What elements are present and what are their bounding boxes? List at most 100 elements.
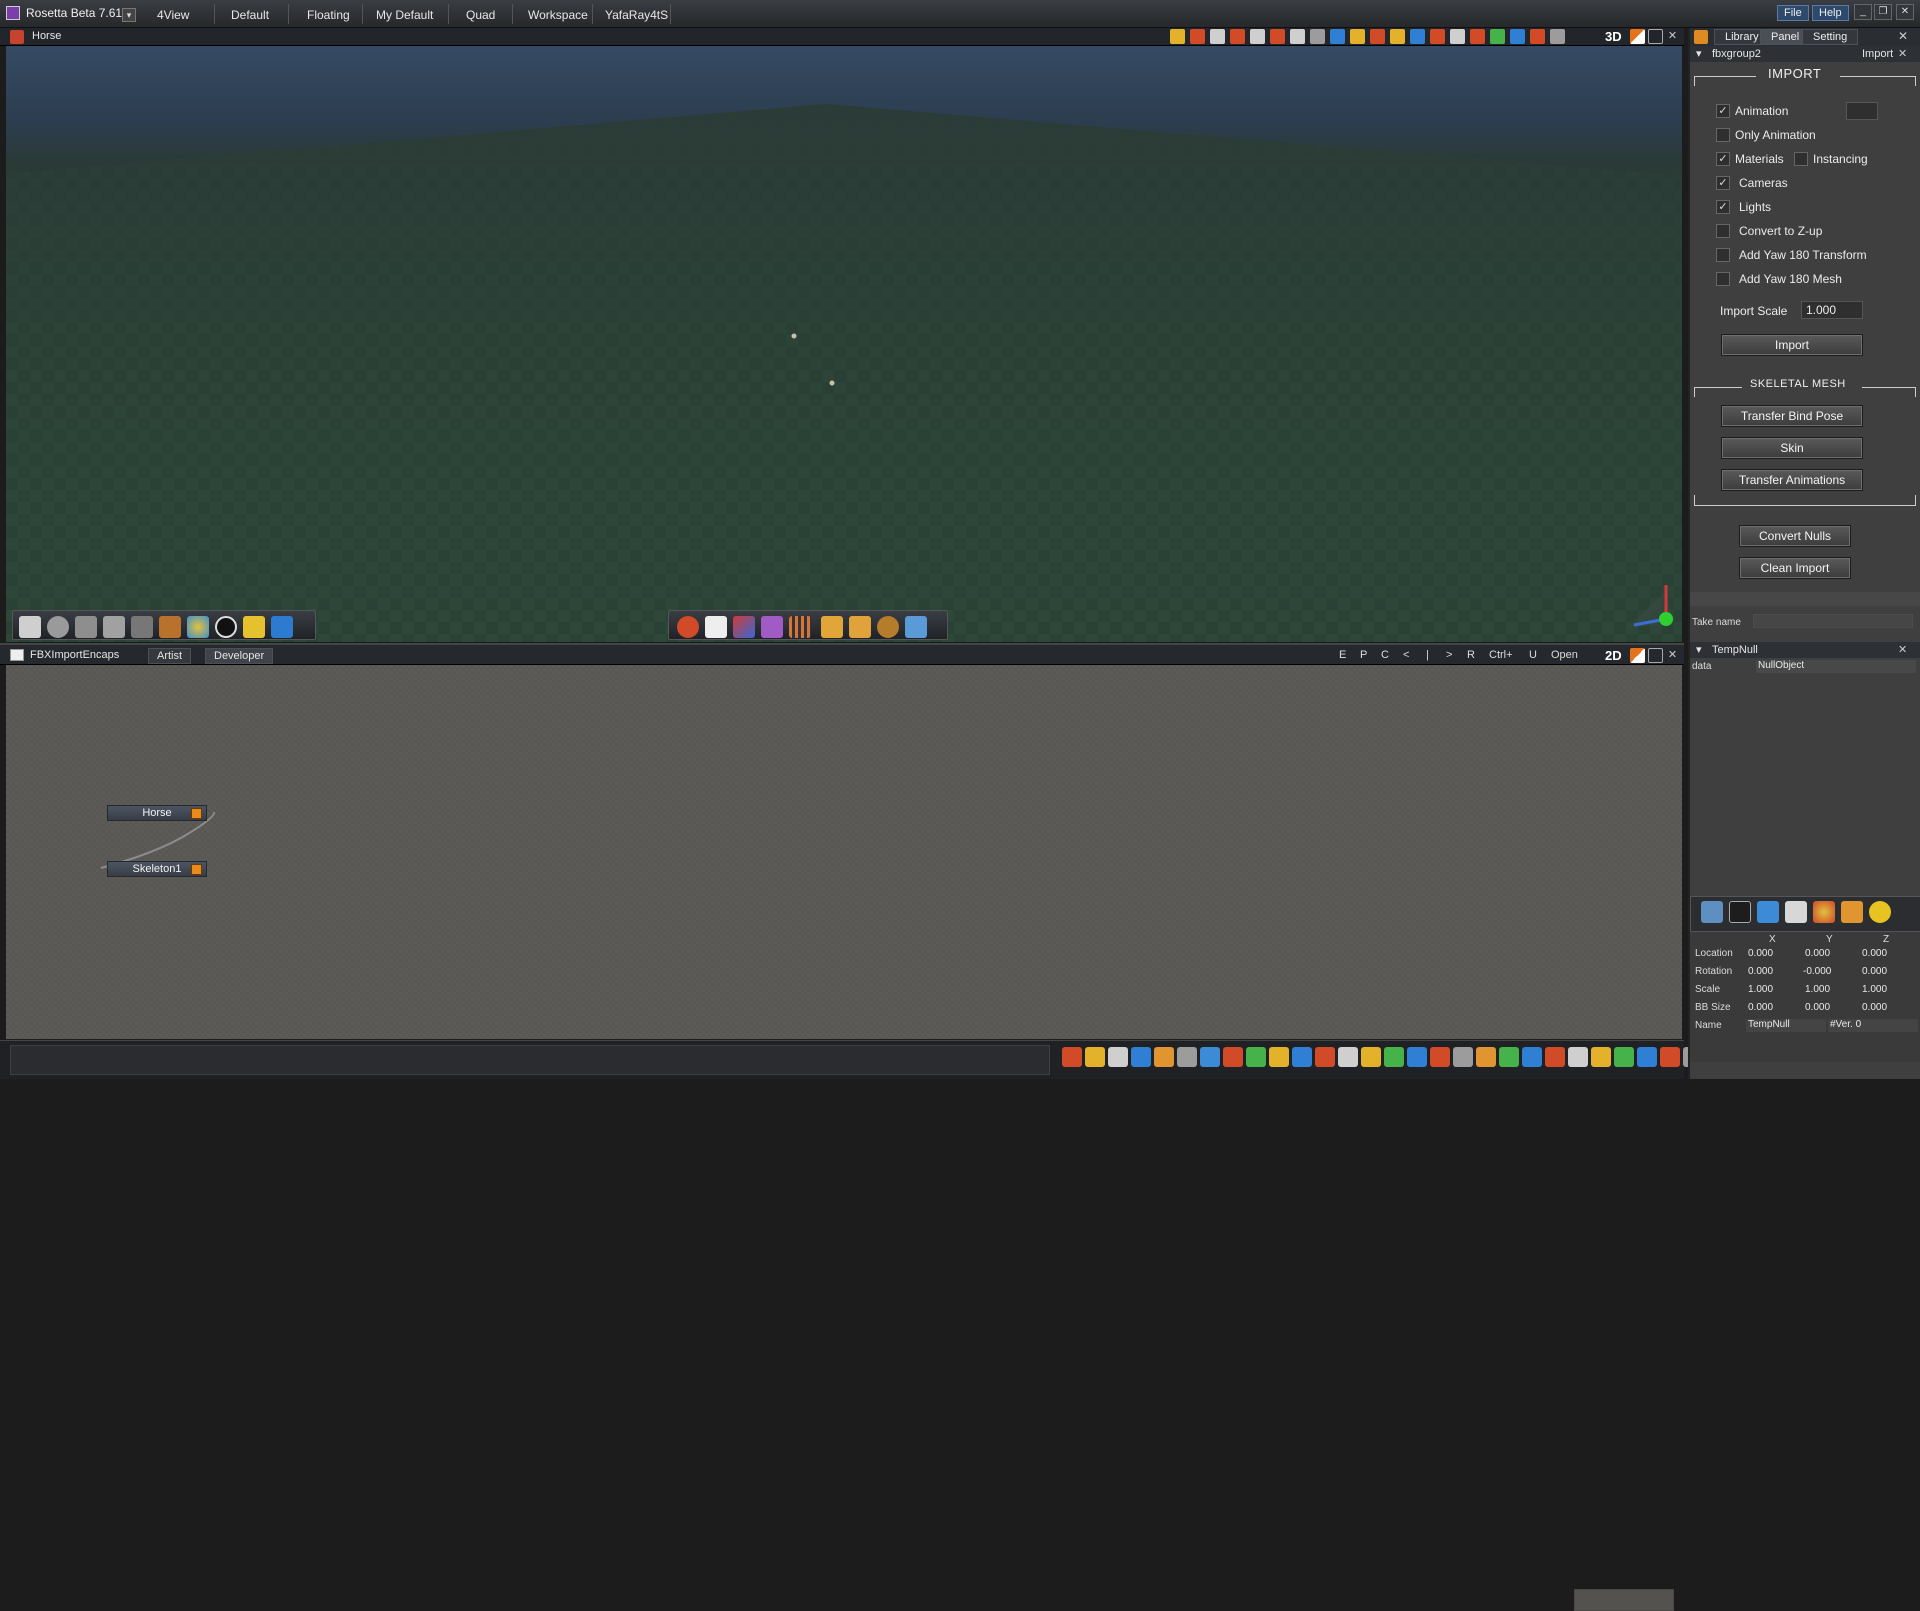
bucket-icon[interactable]	[849, 616, 871, 638]
cylinder-tool-icon[interactable]	[1390, 29, 1405, 44]
scale-x[interactable]: 1.000	[1748, 984, 1773, 995]
cmd-next[interactable]: >	[1446, 649, 1452, 661]
rotation-y[interactable]: -0.000	[1803, 966, 1831, 977]
cmd-c[interactable]: C	[1381, 649, 1389, 661]
sphere-tool-icon[interactable]	[1350, 29, 1365, 44]
grid-icon[interactable]	[1246, 1047, 1266, 1067]
view-corner-icon[interactable]	[1630, 29, 1645, 44]
wrench-icon[interactable]	[905, 616, 927, 638]
rotate-tool-icon[interactable]	[1250, 29, 1265, 44]
file-menu[interactable]: File	[1777, 5, 1809, 21]
twist-icon[interactable]	[1177, 1047, 1197, 1067]
menu-floating[interactable]: Floating	[307, 8, 350, 22]
particles-icon[interactable]	[677, 616, 699, 638]
minimap[interactable]	[1574, 1589, 1674, 1611]
color-sphere-icon[interactable]	[187, 616, 209, 638]
transfer-bind-pose-button[interactable]: Transfer Bind Pose	[1721, 405, 1863, 427]
cameras-checkbox[interactable]: ✓	[1716, 176, 1730, 190]
light-icon[interactable]	[705, 616, 727, 638]
local-icon[interactable]	[1614, 1047, 1634, 1067]
axis-y-icon[interactable]	[1490, 29, 1505, 44]
weight-icon[interactable]	[1660, 1047, 1680, 1067]
paint-select-icon[interactable]	[75, 616, 97, 638]
undo-icon[interactable]	[1499, 1047, 1519, 1067]
collapse-icon[interactable]: ▾	[1696, 643, 1702, 656]
axis-z-icon[interactable]	[1510, 29, 1525, 44]
cone-icon[interactable]	[1315, 1047, 1335, 1067]
cmd-e[interactable]: E	[1339, 649, 1346, 661]
redo-icon[interactable]	[1522, 1047, 1542, 1067]
rotation-x[interactable]: 0.000	[1748, 966, 1773, 977]
brush-icon[interactable]	[131, 616, 153, 638]
tab-artist[interactable]: Artist	[148, 648, 192, 664]
magnet-icon[interactable]	[243, 616, 265, 638]
output-port-icon[interactable]	[191, 864, 202, 875]
box-icon[interactable]	[1841, 901, 1863, 923]
tab-developer[interactable]: Developer	[205, 648, 274, 664]
group-header[interactable]: ▾ TempNull ✕	[1690, 642, 1920, 658]
location-y[interactable]: 0.000	[1805, 948, 1830, 959]
bend-icon[interactable]	[1154, 1047, 1174, 1067]
camera-icon[interactable]	[271, 616, 293, 638]
view-mode-3d[interactable]: 3D	[1605, 29, 1622, 44]
move-tool-icon[interactable]	[1270, 29, 1285, 44]
cone-tool-icon[interactable]	[1410, 29, 1425, 44]
cmd-ctrl[interactable]: Ctrl+	[1489, 649, 1513, 661]
take-field[interactable]	[1846, 102, 1878, 120]
menu-workspace[interactable]: Workspace	[528, 8, 588, 22]
node-skeleton1[interactable]: Skeleton1	[107, 861, 207, 877]
ik-icon[interactable]	[1407, 1047, 1427, 1067]
location-z[interactable]: 0.000	[1862, 948, 1887, 959]
convert-nulls-button[interactable]: Convert Nulls	[1739, 525, 1851, 547]
scale-z[interactable]: 1.000	[1862, 984, 1887, 995]
snap-icon[interactable]	[1530, 29, 1545, 44]
scale-tool-icon[interactable]	[1290, 29, 1305, 44]
menu-4view[interactable]: 4View	[157, 8, 189, 22]
import-scale-field[interactable]: 1.000	[1801, 301, 1863, 319]
loop-icon[interactable]	[877, 616, 899, 638]
scene-point[interactable]	[829, 380, 835, 386]
frame-icon[interactable]	[1637, 1047, 1657, 1067]
take-name-field[interactable]	[1753, 614, 1913, 628]
view-mode-2d[interactable]: 2D	[1605, 648, 1622, 663]
close-view-icon[interactable]: ✕	[1665, 29, 1680, 44]
paint-icon[interactable]	[1200, 1047, 1220, 1067]
bone-icon[interactable]	[1384, 1047, 1404, 1067]
move-icon[interactable]	[1062, 1047, 1082, 1067]
snap-icon[interactable]	[1131, 1047, 1151, 1067]
lasso-icon[interactable]	[47, 616, 69, 638]
paint-tool-icon[interactable]	[1430, 29, 1445, 44]
pivot-icon[interactable]	[1568, 1047, 1588, 1067]
scene-point[interactable]	[791, 333, 797, 339]
command-line[interactable]	[10, 1045, 1050, 1075]
mirror-tool-icon[interactable]	[1310, 29, 1325, 44]
cmd-r[interactable]: R	[1467, 649, 1475, 661]
bone-tool-icon[interactable]	[1450, 29, 1465, 44]
arrow-tool-icon[interactable]	[1170, 29, 1185, 44]
lights-checkbox[interactable]: ✓	[1716, 200, 1730, 214]
close-panel-icon[interactable]: ✕	[1898, 29, 1908, 43]
view-corner-icon[interactable]	[1630, 648, 1645, 663]
cmd-u[interactable]: U	[1529, 649, 1537, 661]
snake-tool-icon[interactable]	[1190, 29, 1205, 44]
only-animation-checkbox[interactable]	[1716, 128, 1730, 142]
lathe-icon[interactable]	[1338, 1047, 1358, 1067]
name-field[interactable]: TempNull	[1746, 1019, 1826, 1032]
cube-icon[interactable]	[1269, 1047, 1289, 1067]
flag-icon[interactable]	[1757, 901, 1779, 923]
axis-z-icon[interactable]	[1476, 1047, 1496, 1067]
pointer-icon[interactable]	[1545, 1047, 1565, 1067]
menu-my-default[interactable]: My Default	[376, 8, 433, 22]
materials-checkbox[interactable]: ✓	[1716, 152, 1730, 166]
output-port-icon[interactable]	[191, 808, 202, 819]
axis-x-icon[interactable]	[1470, 29, 1485, 44]
knife-icon[interactable]	[1223, 1047, 1243, 1067]
animation-checkbox[interactable]: ✓	[1716, 104, 1730, 118]
ring-icon[interactable]	[215, 616, 237, 638]
rotation-z[interactable]: 0.000	[1862, 966, 1887, 977]
tab-setting[interactable]: Setting	[1802, 29, 1859, 45]
clean-import-button[interactable]: Clean Import	[1739, 557, 1851, 579]
node-editor-canvas[interactable]: Horse Skeleton1	[6, 665, 1682, 1611]
restore-icon[interactable]: ❐	[1874, 4, 1892, 20]
yaw-mesh-checkbox[interactable]	[1716, 272, 1730, 286]
